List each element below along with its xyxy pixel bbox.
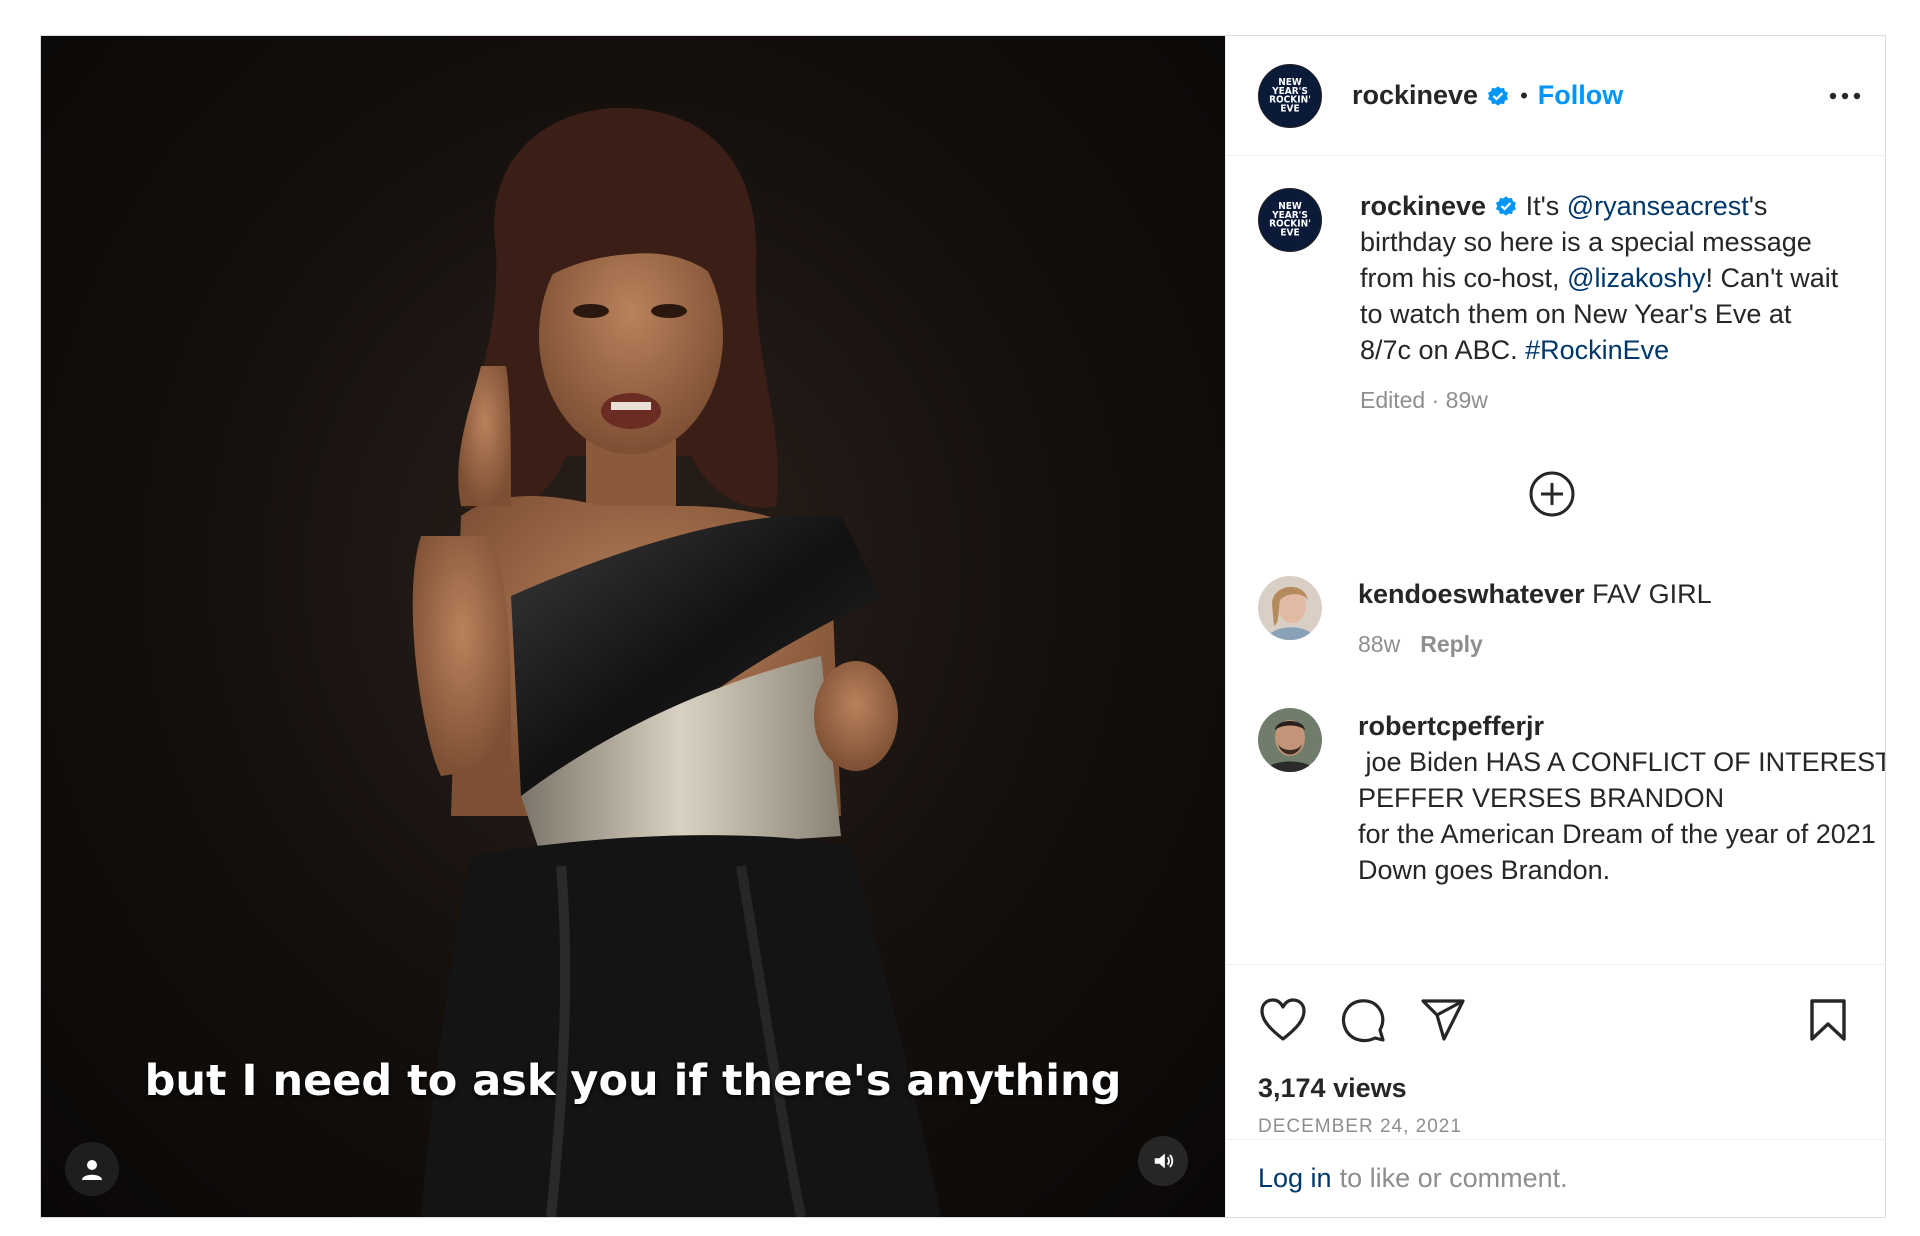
- comment-text-line: for the American Dream of the year of 20…: [1358, 819, 1876, 849]
- volume-icon: [1154, 1153, 1174, 1169]
- comment-text-line: Down goes Brandon.: [1358, 855, 1611, 885]
- load-more-comments-button[interactable]: [1258, 470, 1845, 518]
- tagged-users-button[interactable]: [65, 1142, 119, 1196]
- post-actions: 3,174 views DECEMBER 24, 2021 Log in to …: [1226, 964, 1885, 1217]
- comment-icon: [1342, 999, 1385, 1043]
- share-icon: [1421, 999, 1465, 1041]
- commenter-avatar[interactable]: [1258, 708, 1322, 772]
- commenter-avatar[interactable]: [1258, 576, 1322, 640]
- commenter-photo: [1258, 576, 1322, 640]
- hashtag-rockineve[interactable]: #RockinEve: [1525, 335, 1669, 365]
- like-button[interactable]: [1258, 995, 1308, 1045]
- caption-verified-badge-icon: [1496, 196, 1517, 216]
- caption-text-1: It's: [1518, 191, 1567, 221]
- commenter-photo: [1258, 708, 1322, 772]
- caption-avatar[interactable]: NEW YEAR'S ROCKIN' EVE: [1258, 188, 1322, 252]
- header-username[interactable]: rockineve: [1352, 80, 1478, 111]
- more-options-icon: [1829, 92, 1861, 99]
- comment-item: kendoeswhatever FAV GIRL 88w Reply: [1258, 576, 1845, 662]
- post-date: DECEMBER 24, 2021: [1258, 1116, 1462, 1137]
- comment-button[interactable]: [1338, 995, 1388, 1045]
- login-link[interactable]: Log in: [1258, 1163, 1332, 1194]
- caption-meta: Edited · 89w: [1360, 387, 1488, 413]
- login-prompt-text: to like or comment.: [1339, 1163, 1568, 1193]
- comment-age: 88w: [1358, 631, 1401, 657]
- share-button[interactable]: [1418, 995, 1468, 1045]
- comments-section: NEW YEAR'S ROCKIN' EVE rockineve It's @r…: [1226, 156, 1885, 964]
- post-sidebar: NEW YEAR'S ROCKIN' EVE rockineve • Follo…: [1225, 36, 1885, 1217]
- mention-ryanseacrest[interactable]: @ryanseacrest: [1567, 191, 1749, 221]
- login-prompt: Log in to like or comment.: [1226, 1139, 1885, 1217]
- reply-button[interactable]: Reply: [1420, 631, 1483, 657]
- avatar-logo-text: NEW YEAR'S ROCKIN' EVE: [1269, 76, 1311, 115]
- action-icons-row: [1258, 993, 1853, 1047]
- view-count: 3,174 views: [1258, 1073, 1407, 1103]
- instagram-post: but I need to ask you if there's anythin…: [40, 35, 1886, 1218]
- verified-badge-icon: [1488, 85, 1509, 106]
- follow-button[interactable]: Follow: [1538, 80, 1623, 111]
- comment-text: FAV GIRL: [1584, 579, 1712, 609]
- more-options-button[interactable]: [1825, 76, 1865, 116]
- video-subtitle: but I need to ask you if there's anythin…: [144, 1056, 1122, 1106]
- account-avatar[interactable]: NEW YEAR'S ROCKIN' EVE: [1258, 63, 1322, 128]
- bookmark-icon: [1810, 999, 1846, 1041]
- comment-text: joe Biden HAS A CONFLICT OF INTEREST.: [1358, 747, 1886, 777]
- post-video[interactable]: but I need to ask you if there's anythin…: [41, 36, 1225, 1217]
- mention-lizakoshy[interactable]: @lizakoshy: [1567, 263, 1705, 293]
- commenter-username[interactable]: kendoeswhatever: [1358, 579, 1585, 609]
- post-caption: NEW YEAR'S ROCKIN' EVE rockineve It's @r…: [1258, 188, 1845, 418]
- caption-username[interactable]: rockineve: [1360, 191, 1486, 221]
- commenter-username[interactable]: robertcpefferjr: [1358, 711, 1544, 741]
- comment-text-line: PEFFER VERSES BRANDON: [1358, 783, 1725, 813]
- video-frame-figure: [412, 107, 941, 1217]
- audio-toggle-button[interactable]: [1138, 1136, 1188, 1186]
- comment-item: robertcpefferjr joe Biden HAS A CONFLICT…: [1258, 708, 1885, 888]
- load-more-comments-icon: [1529, 471, 1574, 517]
- caption-avatar-logo-text: NEW YEAR'S ROCKIN' EVE: [1269, 201, 1311, 239]
- heart-icon: [1260, 998, 1306, 1041]
- post-header: NEW YEAR'S ROCKIN' EVE rockineve • Follo…: [1226, 36, 1885, 156]
- save-button[interactable]: [1803, 995, 1853, 1045]
- user-tag-icon: [82, 1160, 102, 1180]
- header-separator: •: [1520, 82, 1528, 108]
